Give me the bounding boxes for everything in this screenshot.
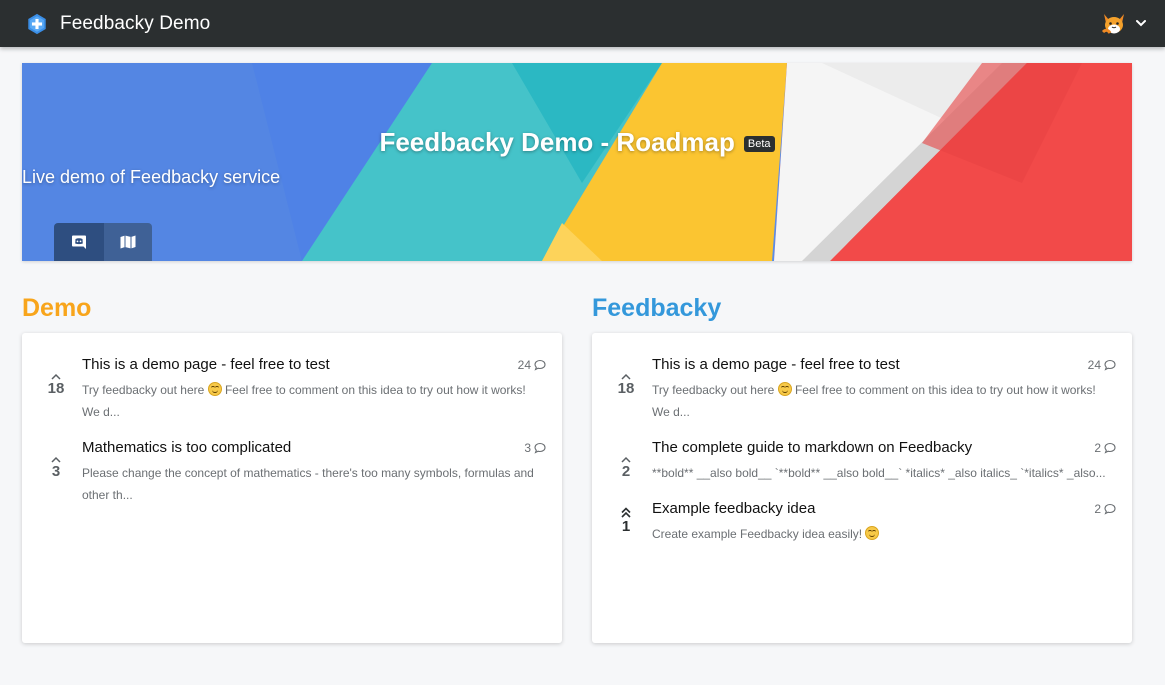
banner-background <box>22 63 1132 261</box>
feedbacky-logo-icon <box>28 13 46 34</box>
beta-badge: Beta <box>743 135 775 152</box>
comment-count-value: 24 <box>1087 358 1101 372</box>
comment-count-value: 3 <box>524 441 531 455</box>
idea-description: Try feedbacky out here Feel free to comm… <box>652 379 1112 423</box>
project-banner: Feedbacky Demo - Roadmap Beta Live demo … <box>22 63 1132 261</box>
map-icon <box>120 235 136 249</box>
upvote-arrow-icon <box>621 373 631 380</box>
comment-count-value: 24 <box>517 358 531 372</box>
banner-button-group <box>54 223 152 261</box>
idea-title[interactable]: The complete guide to markdown on Feedba… <box>652 439 972 456</box>
idea-description-text: Try feedbacky out here <box>82 383 208 397</box>
idea-description: Create example Feedbacky idea easily! <box>652 523 1112 545</box>
column-title-feedbacky: Feedbacky <box>592 294 722 322</box>
idea-description: Please change the concept of mathematics… <box>82 466 534 502</box>
discord-button[interactable] <box>54 223 104 261</box>
user-menu[interactable] <box>1101 10 1147 36</box>
comment-icon <box>1104 442 1116 454</box>
banner-title: Feedbacky Demo - Roadmap <box>379 127 735 157</box>
comment-count: 2 <box>1094 502 1116 516</box>
upvote-button[interactable]: 2 <box>614 456 638 480</box>
grinning-emoji-icon <box>207 382 222 396</box>
idea-title[interactable]: This is a demo page - feel free to test <box>82 356 330 373</box>
idea-title[interactable]: Mathematics is too complicated <box>82 439 291 456</box>
upvote-button[interactable]: 18 <box>614 373 638 397</box>
column-card-demo: 18 This is a demo page - feel free to te… <box>22 333 562 643</box>
vote-count: 18 <box>617 380 635 397</box>
brand-title: Feedbacky Demo <box>60 12 211 34</box>
grinning-emoji-icon <box>865 526 880 540</box>
grinning-emoji-icon <box>777 382 792 396</box>
comment-icon <box>534 442 546 454</box>
idea-title[interactable]: This is a demo page - feel free to test <box>652 356 900 373</box>
brand-link[interactable]: Feedbacky Demo <box>26 13 210 35</box>
idea-description-text: Create example Feedbacky idea easily! <box>652 527 866 541</box>
comment-count-value: 2 <box>1094 502 1101 516</box>
discord-icon <box>72 235 86 249</box>
upvote-button[interactable]: 3 <box>44 456 68 480</box>
comment-count-value: 2 <box>1094 441 1101 455</box>
upvote-arrow-icon <box>51 456 61 463</box>
idea-description: **bold** __also bold__ `**bold** __also … <box>652 466 1106 480</box>
vote-count: 3 <box>51 463 61 480</box>
comment-count: 24 <box>518 358 546 372</box>
banner-subtitle: Live demo of Feedbacky service <box>22 167 281 187</box>
comment-count: 2 <box>1094 441 1116 455</box>
comment-icon <box>1104 503 1116 515</box>
double-upvote-arrow-icon <box>621 507 631 518</box>
comment-icon <box>1104 359 1116 371</box>
vote-count: 1 <box>621 518 631 535</box>
idea-title[interactable]: Example feedbacky idea <box>652 500 815 517</box>
column-card-feedbacky: 18 This is a demo page - feel free to te… <box>592 333 1132 643</box>
top-navbar: Feedbacky Demo <box>0 0 1165 47</box>
idea-description-text: Try feedbacky out here <box>652 383 778 397</box>
comment-count: 24 <box>1088 358 1116 372</box>
roadmap-button[interactable] <box>104 223 152 261</box>
chevron-down-icon <box>1136 20 1146 27</box>
upvote-arrow-icon <box>51 373 61 380</box>
user-avatar-icon <box>1101 14 1124 34</box>
comment-icon <box>534 359 546 371</box>
vote-count: 2 <box>621 463 631 480</box>
comment-count: 3 <box>524 441 546 455</box>
idea-description: Try feedbacky out here Feel free to comm… <box>82 379 542 423</box>
upvote-button[interactable]: 1 <box>614 507 638 535</box>
upvote-button[interactable]: 18 <box>44 373 68 397</box>
upvote-arrow-icon <box>621 456 631 463</box>
vote-count: 18 <box>47 380 65 397</box>
column-title-demo: Demo <box>22 294 92 322</box>
